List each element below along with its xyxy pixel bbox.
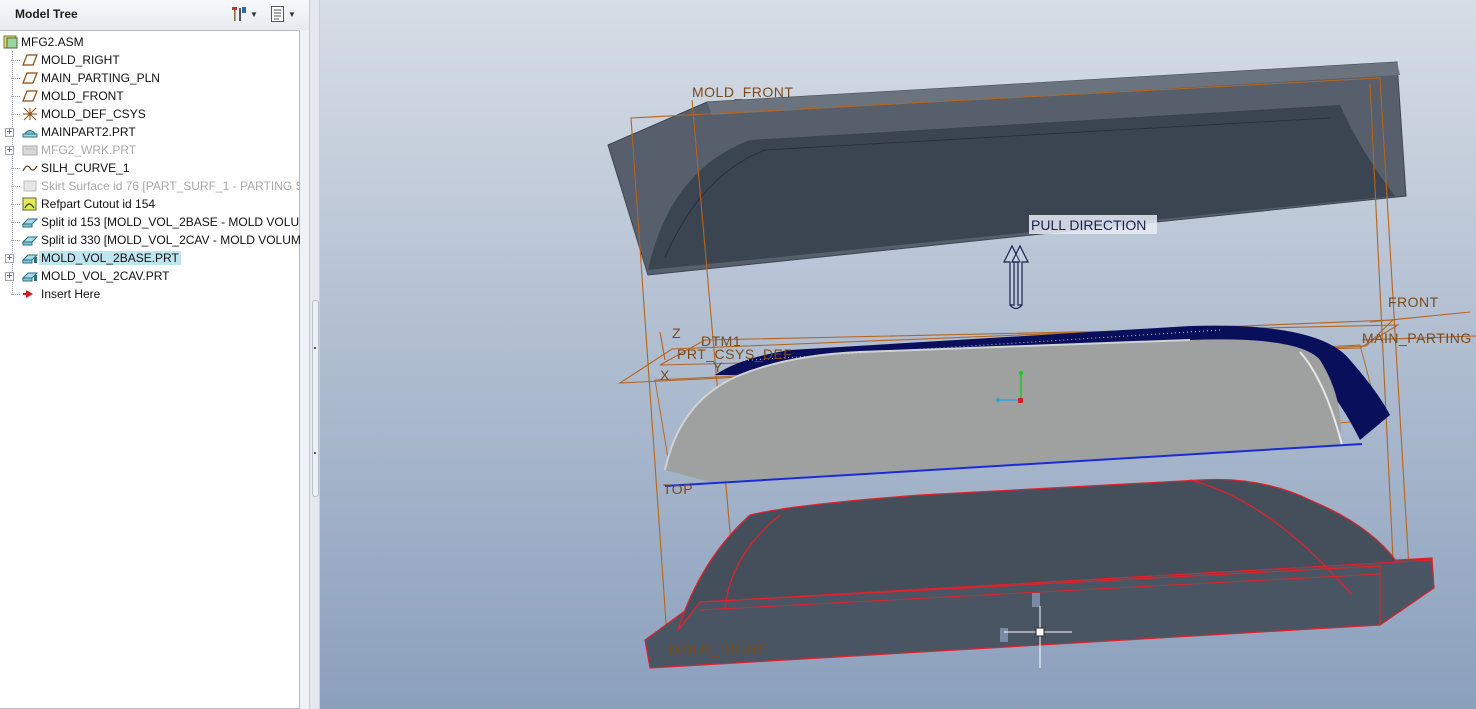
- tree-item-label: MOLD_FRONT: [41, 89, 124, 103]
- tree-item-label: Insert Here: [41, 287, 101, 301]
- tools-icon: [232, 7, 246, 21]
- graphics-viewport[interactable]: MOLD_FRONT PULL DIRECTION FRONT MAIN_PAR…: [320, 0, 1476, 709]
- tree-dots: [11, 186, 20, 187]
- model-tree: MFG2.ASM MOLD_RIGHT MAIN_PARTING_PLN MOL…: [0, 30, 300, 709]
- refpart-cutout-icon: [22, 197, 37, 211]
- part-icon: [22, 130, 38, 138]
- tree-dots: [11, 168, 20, 169]
- label-front[interactable]: FRONT: [1388, 294, 1439, 310]
- tree-item-mold-front[interactable]: MOLD_FRONT: [0, 87, 300, 105]
- tree-item-label: MOLD_DEF_CSYS: [41, 107, 146, 121]
- tree-item-label: Skirt Surface id 76 [PART_SURF_1 - PARTI…: [41, 179, 300, 193]
- tree-dots: [11, 294, 20, 295]
- tree-dots: [11, 114, 20, 115]
- tree-item-label: MFG2_WRK.PRT: [41, 143, 137, 157]
- datum-plane-icon: [22, 54, 38, 66]
- label-mold-front[interactable]: MOLD_FRONT: [692, 84, 793, 100]
- expand-icon[interactable]: +: [5, 146, 14, 155]
- tree-item-refpart-cutout[interactable]: Refpart Cutout id 154: [0, 195, 300, 213]
- label-axis-x: X: [660, 367, 670, 383]
- tree-item-label: MOLD_VOL_2CAV.PRT: [41, 269, 170, 283]
- tree-dots: [11, 78, 20, 79]
- tree-item-label: Split id 330 [MOLD_VOL_2CAV - MOLD VOLUM…: [41, 233, 300, 247]
- panel-splitter[interactable]: [310, 0, 320, 709]
- curve-icon: [22, 165, 38, 172]
- tree-item-mfg2-wrk[interactable]: + MFG2_WRK.PRT: [0, 141, 300, 159]
- tree-item-mold-vol-2cav[interactable]: + MOLD_VOL_2CAV.PRT: [0, 267, 300, 285]
- surface-icon: [23, 180, 37, 192]
- workpiece-icon: [22, 145, 38, 156]
- tree-item-label: Split id 153 [MOLD_VOL_2BASE - MOLD VOLU…: [41, 215, 300, 229]
- model-tree-panel: Model Tree ▼ ▼ MFG2.ASM MOLD_RIGHT MAIN_…: [0, 0, 310, 709]
- splitter-grip[interactable]: [312, 300, 319, 497]
- model-tree-title: Model Tree: [15, 7, 78, 21]
- model-tree-header: Model Tree ▼ ▼: [0, 0, 309, 30]
- label-mold-right[interactable]: MOLD_RIGHT: [669, 641, 766, 657]
- tree-item-label: MAINPART2.PRT: [41, 125, 136, 139]
- label-pull-direction[interactable]: PULL DIRECTION: [1031, 217, 1146, 233]
- label-axis-z: Z: [672, 325, 681, 341]
- tree-item-skirt-surface[interactable]: Skirt Surface id 76 [PART_SURF_1 - PARTI…: [0, 177, 300, 195]
- label-top[interactable]: TOP: [663, 481, 693, 497]
- tree-item-split-330[interactable]: Split id 330 [MOLD_VOL_2CAV - MOLD VOLUM…: [0, 231, 300, 249]
- chevron-down-icon: ▼: [250, 9, 258, 19]
- list-icon: [271, 6, 284, 22]
- csys-icon: [23, 107, 37, 121]
- tree-dots: [11, 60, 20, 61]
- datum-plane-icon: [22, 90, 38, 102]
- tree-dots: [11, 222, 20, 223]
- split-icon: [22, 236, 38, 246]
- tree-item-label: MOLD_RIGHT: [41, 53, 120, 67]
- model-scene[interactable]: MOLD_FRONT PULL DIRECTION FRONT MAIN_PAR…: [320, 0, 1476, 709]
- tree-dots: [11, 204, 20, 205]
- tree-item-main-parting-pln[interactable]: MAIN_PARTING_PLN: [0, 69, 300, 87]
- chevron-down-icon: ▼: [288, 9, 296, 19]
- tree-dots: [11, 240, 20, 241]
- label-main-parting[interactable]: MAIN_PARTING: [1362, 330, 1472, 346]
- insert-arrow-icon: [23, 290, 33, 298]
- tree-root-item[interactable]: MFG2.ASM: [0, 33, 300, 51]
- tree-item-mold-def-csys[interactable]: MOLD_DEF_CSYS: [0, 105, 300, 123]
- grip-dot: [314, 347, 316, 349]
- tree-item-label: Refpart Cutout id 154: [41, 197, 156, 211]
- tree-item-label: MAIN_PARTING_PLN: [41, 71, 160, 85]
- datum-plane-icon: [22, 72, 38, 84]
- mold-part-icon: [22, 254, 38, 264]
- tree-item-mold-vol-2base[interactable]: + MOLD_VOL_2BASE.PRT: [0, 249, 300, 267]
- expand-icon[interactable]: +: [5, 254, 14, 263]
- tree-item-insert-here[interactable]: Insert Here: [0, 285, 300, 303]
- tree-settings-button[interactable]: ▼: [230, 4, 260, 24]
- label-prt-csys[interactable]: PRT_CSYS_DEF: [677, 346, 792, 362]
- tree-root-label: MFG2.ASM: [21, 35, 84, 49]
- tree-item-mold-right[interactable]: MOLD_RIGHT: [0, 51, 300, 69]
- expand-icon[interactable]: +: [5, 272, 14, 281]
- expand-icon[interactable]: +: [5, 128, 14, 137]
- tree-dots: [11, 96, 20, 97]
- tree-item-label: MOLD_VOL_2BASE.PRT: [39, 251, 181, 265]
- grip-dot: [314, 452, 316, 454]
- split-icon: [22, 218, 38, 228]
- tree-show-button[interactable]: ▼: [270, 4, 300, 24]
- assembly-icon: [3, 35, 18, 49]
- label-axis-y: Y: [713, 359, 723, 375]
- tree-item-mainpart2[interactable]: + MAINPART2.PRT: [0, 123, 300, 141]
- tree-item-silh-curve[interactable]: SILH_CURVE_1: [0, 159, 300, 177]
- mold-part-icon: [22, 272, 38, 282]
- tree-item-split-153[interactable]: Split id 153 [MOLD_VOL_2BASE - MOLD VOLU…: [0, 213, 300, 231]
- pull-direction-arrow[interactable]: [1003, 244, 1029, 310]
- tree-item-label: SILH_CURVE_1: [41, 161, 130, 175]
